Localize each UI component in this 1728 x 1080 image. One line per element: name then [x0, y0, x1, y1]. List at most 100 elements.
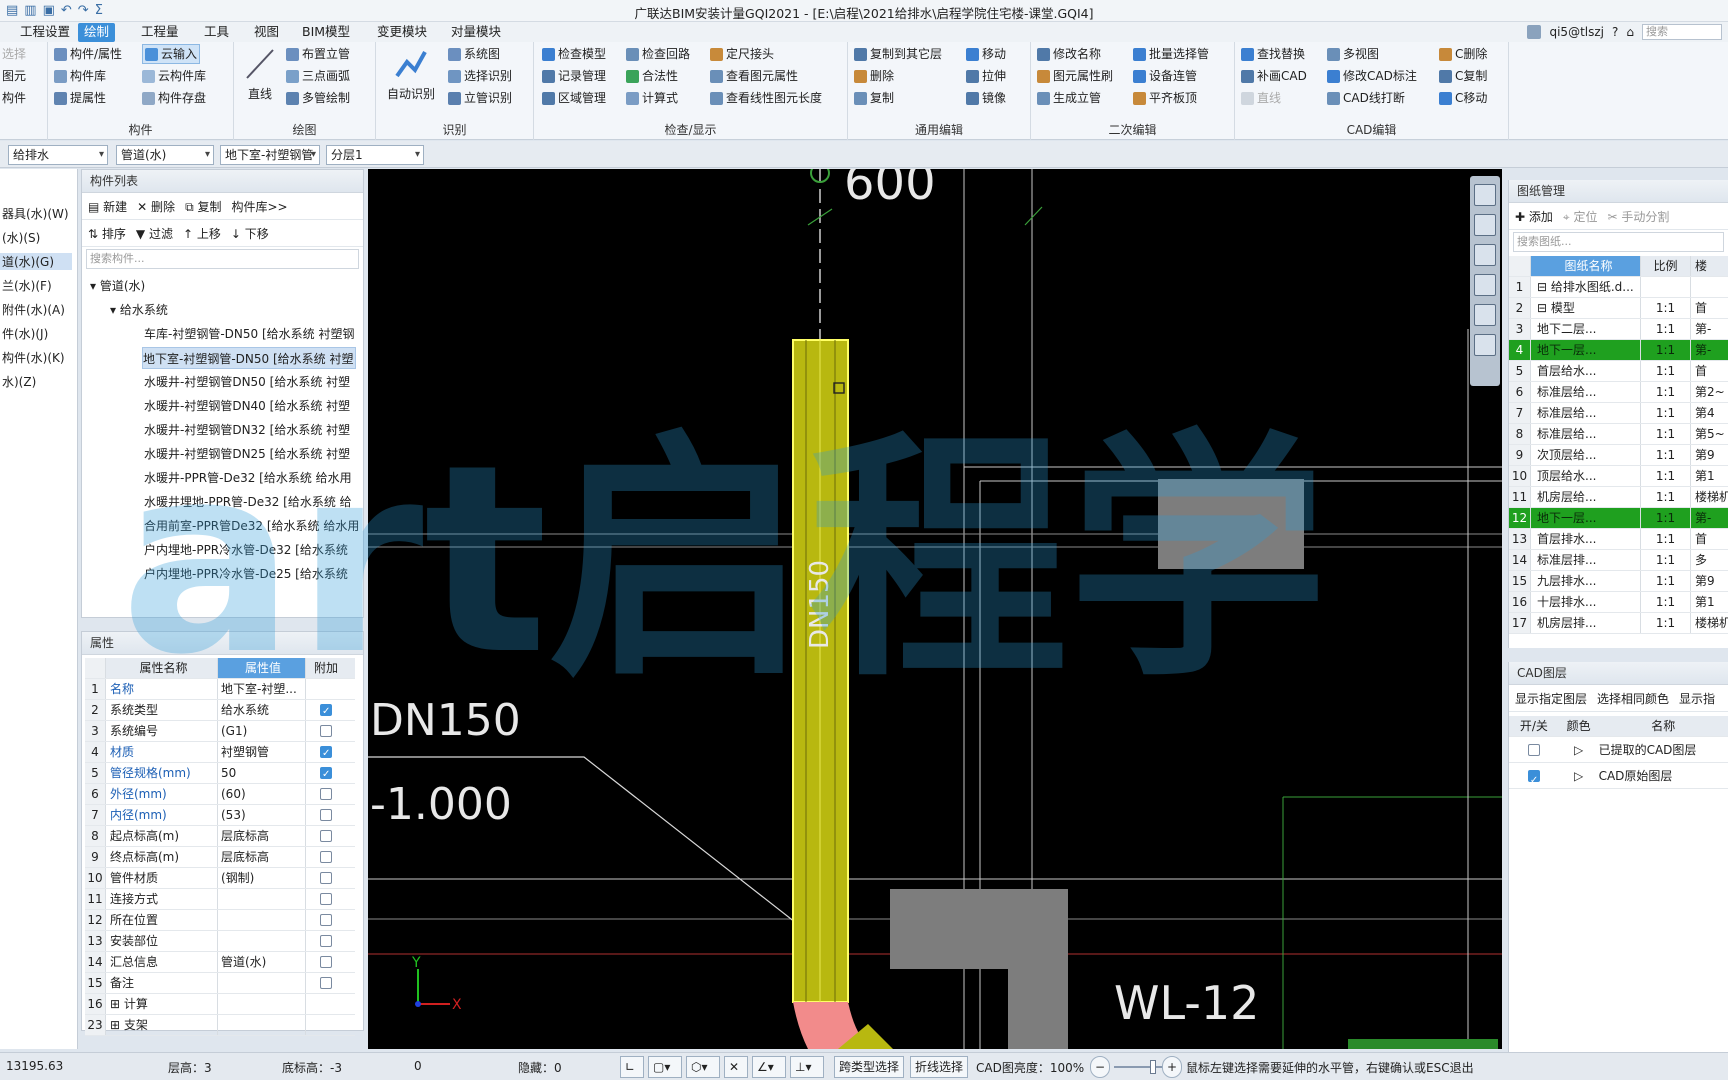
drawing-name[interactable]: 标准层给...	[1531, 382, 1641, 402]
show-layer-button[interactable]: 显示指定图层	[1515, 690, 1587, 707]
table-row[interactable]: 14 汇总信息 管道(水)	[85, 952, 355, 973]
table-row[interactable]: 8 标准层给... 1:1 第5~	[1509, 424, 1728, 445]
additional-checkbox[interactable]	[320, 702, 332, 722]
drawing-search-input[interactable]: 搜索图纸...	[1513, 232, 1724, 252]
multi-view-button[interactable]: 多视图	[1343, 44, 1379, 64]
property-value[interactable]	[218, 994, 306, 1014]
manual-split-button[interactable]: ✂ 手动分割	[1607, 208, 1669, 225]
property-value[interactable]: 衬塑钢管	[218, 742, 306, 762]
system-diagram-button[interactable]: 系统图	[464, 44, 500, 64]
property-value[interactable]	[218, 931, 306, 951]
discipline-select[interactable]: 给排水	[8, 145, 108, 165]
additional-checkbox[interactable]	[320, 830, 332, 842]
property-value[interactable]: (53)	[218, 805, 306, 825]
table-row[interactable]: 12 所在位置	[85, 910, 355, 931]
cad-break-button[interactable]: CAD线打断	[1343, 88, 1405, 108]
nav-item[interactable]: 兰(水)(F)	[2, 277, 52, 294]
additional-checkbox[interactable]	[320, 956, 332, 968]
stretch-button[interactable]: 拉伸	[982, 66, 1006, 86]
table-row[interactable]: 14 标准层排... 1:1 多	[1509, 550, 1728, 571]
avatar[interactable]	[1527, 25, 1542, 39]
list-item-selected[interactable]: 地下室-衬塑钢管-DN50 [给水系统 衬塑	[142, 347, 356, 369]
filter-button[interactable]: ▼ 过滤	[136, 225, 173, 242]
user-name[interactable]: qi5@tlszj	[1549, 25, 1604, 39]
c-move-button[interactable]: C移动	[1455, 88, 1487, 108]
drawing-name[interactable]: 九层排水...	[1531, 571, 1641, 591]
property-value[interactable]: (60)	[218, 784, 306, 804]
mirror-button[interactable]: 镜像	[982, 88, 1006, 108]
move-button[interactable]: 移动	[982, 44, 1006, 64]
drawing-name[interactable]: 标准层给...	[1531, 424, 1641, 444]
orbit-icon[interactable]	[1474, 184, 1496, 206]
table-row[interactable]: 9 次顶层给... 1:1 第9	[1509, 445, 1728, 466]
additional-checkbox[interactable]	[320, 725, 332, 737]
select-same-color-button[interactable]: 选择相同颜色	[1597, 690, 1669, 707]
additional-checkbox[interactable]	[320, 893, 332, 905]
layer-row[interactable]: ▷ 已提取的CAD图层	[1509, 737, 1728, 763]
drawing-name[interactable]: 顶层给水...	[1531, 466, 1641, 486]
linear-length-button[interactable]: 查看线性图元长度	[726, 88, 822, 108]
additional-checkbox[interactable]	[320, 872, 332, 884]
offset-icon[interactable]: ⊥▾	[790, 1056, 824, 1078]
view-element-property-button[interactable]: 查看图元属性	[726, 66, 798, 86]
table-row[interactable]: 2 系统类型 给水系统	[85, 700, 355, 722]
brightness-slider[interactable]	[1114, 1066, 1164, 1068]
formula-button[interactable]: 计算式	[642, 88, 678, 108]
table-row[interactable]: 17 机房层排... 1:1 楼梯机	[1509, 613, 1728, 634]
table-row[interactable]: 4 材质 衬塑钢管	[85, 742, 355, 764]
legality-button[interactable]: 合法性	[642, 66, 678, 86]
nav-item[interactable]: 器具(水)(W)	[2, 205, 69, 222]
tab-quantities[interactable]: 工程量	[135, 23, 185, 42]
select-recognize-button[interactable]: 选择识别	[464, 66, 512, 86]
snap-icon[interactable]: ▢▾	[648, 1056, 682, 1078]
table-row[interactable]: 10 管件材质 (钢制)	[85, 868, 355, 889]
move-up-button[interactable]: ↑ 上移	[183, 225, 221, 242]
type-select[interactable]: 管道(水)	[116, 145, 214, 165]
sort-button[interactable]: ⇅ 排序	[88, 225, 126, 242]
search-input[interactable]: 搜索	[1642, 24, 1722, 40]
modify-cad-label-button[interactable]: 修改CAD标注	[1343, 66, 1417, 86]
polyline-select-button[interactable]: 折线选择	[910, 1056, 969, 1078]
list-item[interactable]: 户内埋地-PPR冷水管-De32 [给水系统	[144, 539, 348, 561]
drawing-name[interactable]: ⊟ 给排水图纸.d...	[1531, 277, 1641, 297]
tab-compare-module[interactable]: 对量模块	[445, 23, 507, 42]
three-point-arc-button[interactable]: 三点画弧	[302, 66, 350, 86]
table-row[interactable]: 23 ⊞ 支架	[85, 1015, 355, 1036]
drawing-name[interactable]: 地下一层...	[1531, 340, 1641, 360]
table-row[interactable]: 4 地下一层... 1:1 第-	[1509, 340, 1728, 361]
line-button[interactable]: 直线	[240, 46, 280, 102]
show-layer-button-2[interactable]: 显示指	[1679, 690, 1715, 707]
equipment-pipe-button[interactable]: 设备连管	[1149, 66, 1197, 86]
shirt-icon[interactable]: ⌂	[1626, 25, 1634, 39]
nav-item-pipe-selected[interactable]: 道(水)(G)	[0, 253, 72, 270]
riser-recognize-button[interactable]: 立管识别	[464, 88, 512, 108]
tab-bim-model[interactable]: BIM模型	[296, 23, 356, 42]
cloud-input-button[interactable]: 云输入	[161, 44, 197, 64]
table-row[interactable]: 5 管径规格(mm) 50	[85, 763, 355, 785]
drawing-name[interactable]: 首层排水...	[1531, 529, 1641, 549]
cross-type-select-button[interactable]: 跨类型选择	[834, 1056, 905, 1078]
additional-checkbox[interactable]	[320, 809, 332, 821]
ribbon-component[interactable]: 构件	[2, 88, 26, 108]
table-row[interactable]: 16 十层排水... 1:1 第1	[1509, 592, 1728, 613]
cross-icon[interactable]: ✕	[724, 1056, 748, 1078]
drawing-name[interactable]: ⊟ 模型	[1531, 298, 1641, 318]
table-row[interactable]: 1 名称 地下室-衬塑...	[85, 679, 355, 700]
tree-root[interactable]: ▾ 管道(水)	[90, 275, 145, 297]
table-row[interactable]: 3 地下二层... 1:1 第-	[1509, 319, 1728, 340]
nav-item[interactable]: 件(水)(J)	[2, 325, 48, 342]
extract-property-button[interactable]: 提属性	[70, 88, 106, 108]
table-row[interactable]: 7 标准层给... 1:1 第4	[1509, 403, 1728, 424]
new-button[interactable]: ▤ 新建	[88, 198, 127, 215]
additional-checkbox[interactable]	[320, 744, 332, 764]
additional-checkbox[interactable]	[320, 935, 332, 947]
list-item[interactable]: 户内埋地-PPR冷水管-De25 [给水系统	[144, 563, 348, 585]
cloud-library-button[interactable]: 云构件库	[158, 66, 206, 86]
property-value[interactable]: 地下室-衬塑...	[218, 679, 306, 699]
tab-project-settings[interactable]: 工程设置	[14, 23, 76, 42]
multi-pipe-draw-button[interactable]: 多管绘制	[302, 88, 350, 108]
rotate-icon[interactable]	[1474, 304, 1496, 326]
property-value[interactable]: 50	[218, 763, 306, 783]
tree-subgroup[interactable]: ▾ 给水系统	[110, 299, 168, 321]
cad-drawing[interactable]: 600 DN150 DN150 -1.000 WL-12 Y X	[368, 169, 1502, 1049]
